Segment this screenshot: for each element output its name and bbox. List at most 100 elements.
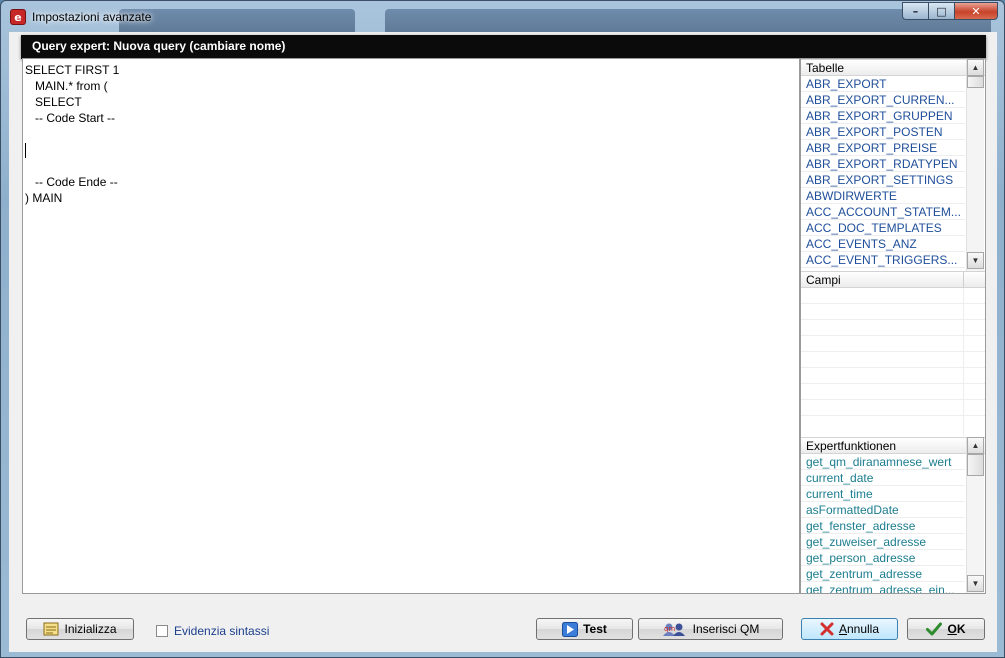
syntax-highlight-option[interactable]: Evidenzia sintassi [156,624,269,638]
fields-list [801,288,985,436]
table-list-item[interactable]: ABR_EXPORT_RDATYPEN [801,156,965,172]
table-list-item[interactable]: ABR_EXPORT_GRUPPEN [801,108,965,124]
expert-function-item[interactable]: get_zentrum_adresse_ein... [801,582,965,593]
cancel-label: Annulla [839,622,879,636]
cancel-button[interactable]: Annulla [801,618,898,640]
minimize-button[interactable]: – [902,2,928,20]
tables-header: Tabelle [801,59,985,76]
maximize-button[interactable]: □ [928,2,954,20]
scroll-down-button[interactable]: ▼ [967,252,984,269]
cancel-accelerator: A [838,622,847,636]
background-window-ghost [119,9,355,33]
text-caret [25,143,26,159]
expert-function-item[interactable]: get_fenster_adresse [801,518,965,534]
code-line: SELECT [25,95,82,109]
triangle-up-icon: ▲ [971,441,980,450]
expert-functions-list: get_qm_diranamnese_wert current_date curre… [801,454,985,593]
ok-button[interactable]: OK [907,618,985,640]
expert-functions-panel: Expertfunktionen get_qm_diranamnese_wert… [801,437,985,593]
tables-title: Tabelle [806,61,845,75]
empty-row [801,400,985,416]
table-list-item[interactable]: ACC_EVENTS_ANZ [801,236,965,252]
scroll-thumb[interactable] [967,76,984,88]
insert-qm-button[interactable]: qm Inserisci QM [638,618,783,640]
column-divider [963,288,964,436]
play-icon [562,621,579,637]
maximize-icon: □ [936,4,947,18]
table-list-item[interactable]: ACC_DOC_TEMPLATES [801,220,965,236]
test-button[interactable]: Test [536,618,633,640]
test-label: Test [583,622,607,636]
table-list-item[interactable]: ABR_EXPORT [801,76,965,92]
syntax-highlight-label: Evidenzia sintassi [174,624,270,638]
empty-row [801,352,985,368]
code-line [25,142,797,159]
empty-row [801,304,985,320]
table-list-item[interactable]: ABR_EXPORT_SETTINGS [801,172,965,188]
table-list-item[interactable]: ABR_EXPORT_CURREN... [801,92,965,108]
side-panels: Tabelle ABR_EXPORT ABR_EXPORT_CURREN... AB… [800,58,986,594]
expert-function-item[interactable]: asFormattedDate [801,502,965,518]
tables-scrollbar[interactable]: ▲ ▼ [966,59,984,271]
code-line: SELECT FIRST 1 [25,63,120,77]
empty-row [801,368,985,384]
tables-list: ABR_EXPORT ABR_EXPORT_CURREN... ABR_EXPORT… [801,76,985,268]
column-divider [963,272,964,288]
close-button[interactable]: ✕ [954,2,998,20]
code-line: -- Code Ende -- [25,175,118,189]
fields-title: Campi [806,273,841,287]
initialize-button[interactable]: Inizializza [26,618,134,640]
initialize-label: Inizializza [64,622,117,636]
app-icon: e [10,9,26,25]
close-icon: ✕ [971,4,981,18]
expert-function-item[interactable]: get_zentrum_adresse [801,566,965,582]
table-list-item[interactable]: ABWDIRWERTE [801,188,965,204]
scroll-thumb[interactable] [967,454,984,476]
scroll-up-button[interactable]: ▲ [967,437,984,454]
window-title: Impostazioni avanzate [32,10,152,24]
scroll-down-button[interactable]: ▼ [967,575,984,592]
insert-qm-label: Inserisci QM [692,622,760,636]
code-line: -- Code Start -- [25,111,116,125]
expert-function-item[interactable]: get_qm_diranamnese_wert [801,454,965,470]
code-line: ) MAIN [25,191,63,205]
svg-text:qm: qm [664,625,675,633]
ok-label: OK [947,622,965,636]
green-check-icon [926,622,943,636]
sql-editor[interactable]: SELECT FIRST 1 MAIN.* from ( SELECT -- C… [22,58,800,594]
empty-row [801,320,985,336]
table-list-item[interactable]: ABR_EXPORT_POSTEN [801,124,965,140]
expert-functions-title: Expertfunktionen [806,439,897,453]
table-list-item[interactable]: ABR_EXPORT_PREISE [801,140,965,156]
empty-row [801,384,985,400]
background-window-ghost [385,9,991,33]
scroll-up-button[interactable]: ▲ [967,59,984,76]
query-header: Query expert: Nuova query (cambiare nome… [21,35,986,59]
dialog-client-area: Query expert: Nuova query (cambiare nome… [9,32,997,652]
table-list-item[interactable]: ACC_EVENT_TRIGGERS... [801,252,965,268]
empty-row [801,288,985,304]
fields-header: Campi [801,271,985,288]
code-line: MAIN.* from ( [25,79,108,93]
notepad-icon [43,622,59,636]
table-list-item[interactable]: ACC_ACCOUNT_STATEM... [801,204,965,220]
expert-scrollbar[interactable]: ▲ ▼ [966,437,984,593]
triangle-up-icon: ▲ [971,63,980,72]
expert-function-item[interactable]: get_zuweiser_adresse [801,534,965,550]
expert-function-item[interactable]: get_person_adresse [801,550,965,566]
title-bar[interactable]: e Impostazioni avanzate – □ ✕ [1,1,1004,33]
cancel-label-rest: nnulla [846,622,880,636]
people-icon: qm [662,622,688,637]
minimize-icon: – [912,4,919,18]
dialog-window: e Impostazioni avanzate – □ ✕ Query expe… [0,0,1005,658]
ok-label-rest: K [956,622,966,636]
expert-function-item[interactable]: current_date [801,470,965,486]
expert-function-item[interactable]: current_time [801,486,965,502]
empty-row [801,336,985,352]
syntax-highlight-checkbox[interactable] [156,625,168,637]
fields-panel: Campi [801,271,985,437]
expert-functions-header: Expertfunktionen [801,437,985,454]
caption-buttons: – □ ✕ [902,2,998,20]
